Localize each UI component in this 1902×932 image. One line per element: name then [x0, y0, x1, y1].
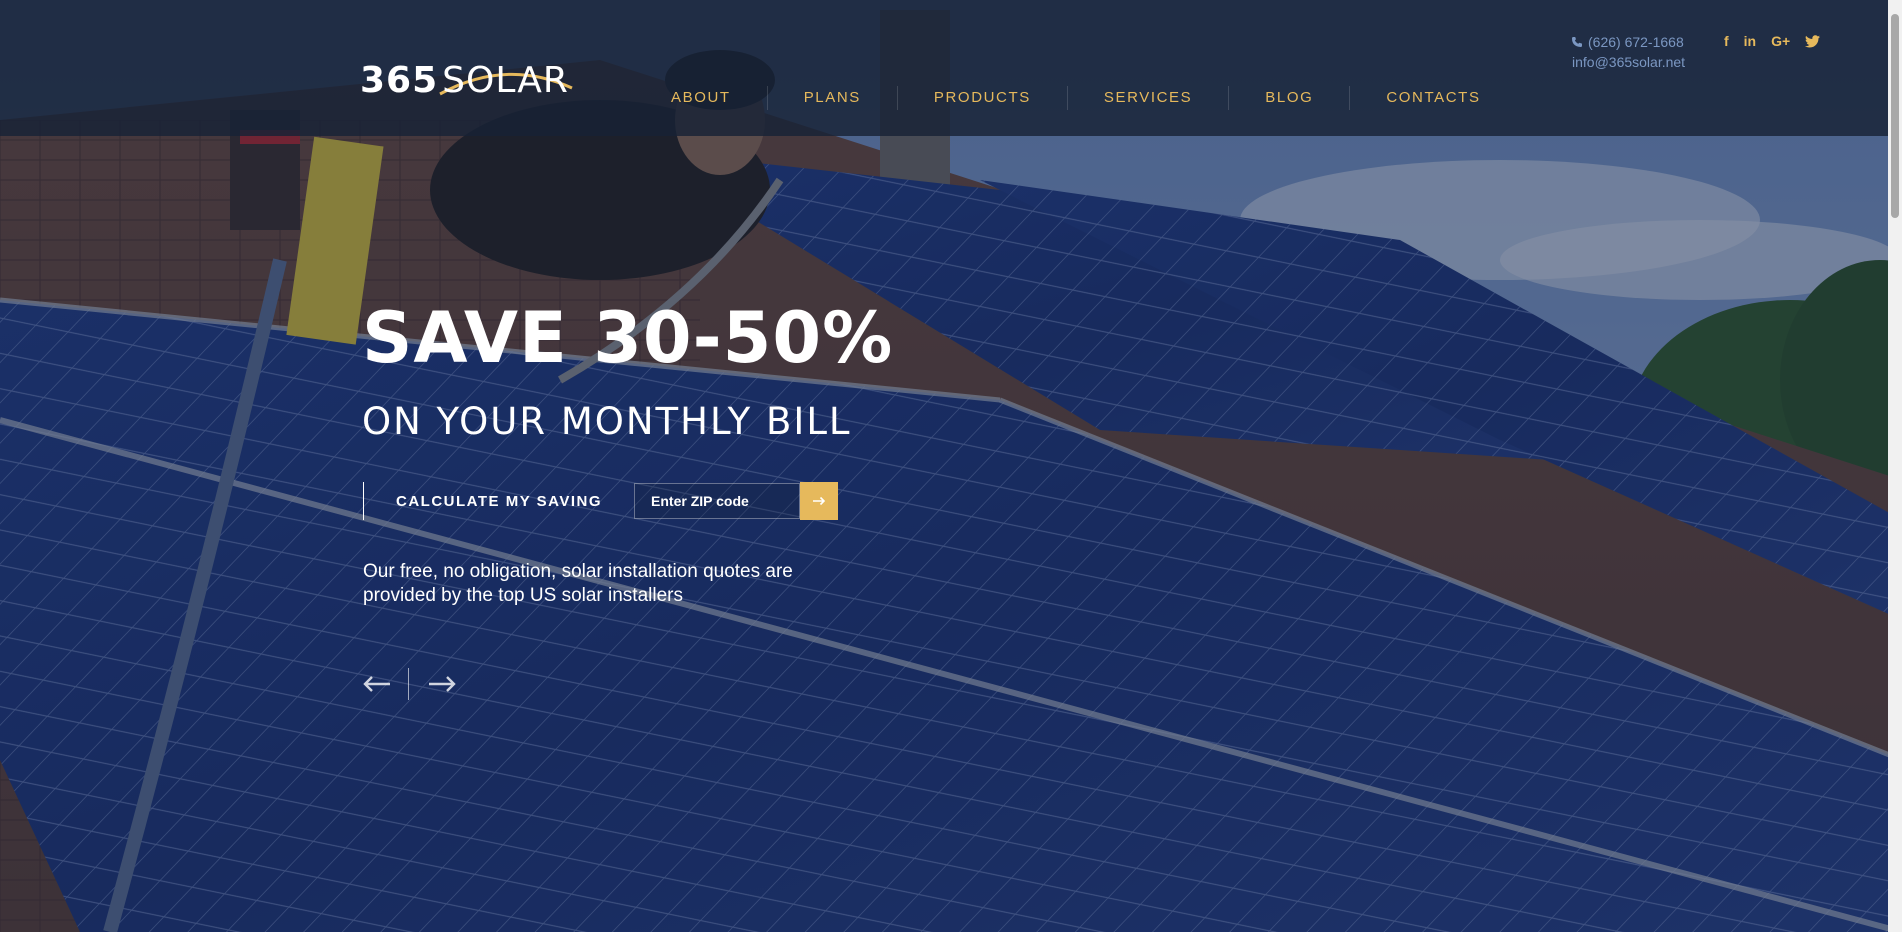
- social-links: f in G+: [1724, 31, 1835, 51]
- slider-prev-button[interactable]: [362, 669, 392, 699]
- hero-description: Our free, no obligation, solar installat…: [363, 561, 793, 606]
- site-header: 365 SOLAR ABOUT PLANS PRODUCTS SERVICES …: [0, 0, 1888, 136]
- facebook-icon[interactable]: f: [1724, 31, 1729, 51]
- zip-code-input[interactable]: [634, 483, 801, 519]
- calc-divider: [363, 482, 364, 520]
- google-plus-icon[interactable]: G+: [1771, 31, 1790, 51]
- linkedin-icon[interactable]: in: [1744, 31, 1756, 51]
- calc-label: CALCULATE MY SAVING: [396, 492, 603, 510]
- hero-dark-overlay: [0, 0, 1902, 932]
- phone-icon: [1572, 37, 1582, 47]
- nav-item-contacts[interactable]: CONTACTS: [1349, 86, 1516, 110]
- slider-navigation: [362, 668, 457, 700]
- zip-submit-button[interactable]: [800, 482, 839, 520]
- nav-item-about[interactable]: ABOUT: [635, 86, 767, 110]
- header-contact: (626) 672-1668 info@365solar.net: [1571, 32, 1685, 72]
- twitter-icon[interactable]: [1805, 31, 1821, 51]
- slider-next-button[interactable]: [427, 669, 457, 699]
- hero-title: SAVE 30-50%: [362, 297, 894, 379]
- logo-word-text: SOLAR: [442, 59, 569, 101]
- arrow-right-icon: [813, 496, 826, 506]
- arrow-left-icon: [363, 676, 390, 692]
- nav-item-blog[interactable]: BLOG: [1228, 86, 1349, 110]
- main-nav: ABOUT PLANS PRODUCTS SERVICES BLOG CONTA…: [635, 86, 1517, 110]
- nav-item-products[interactable]: PRODUCTS: [896, 86, 1067, 110]
- site-logo[interactable]: 365 SOLAR: [360, 59, 573, 101]
- email-link[interactable]: info@365solar.net: [1572, 52, 1685, 72]
- logo-word: SOLAR: [439, 59, 573, 101]
- hero-subtitle: ON YOUR MONTHLY BILL: [362, 400, 852, 443]
- nav-item-plans[interactable]: PLANS: [766, 86, 897, 110]
- scrollbar-thumb[interactable]: [1891, 14, 1899, 218]
- vertical-scrollbar[interactable]: [1888, 0, 1902, 932]
- phone-row[interactable]: (626) 672-1668: [1571, 32, 1685, 52]
- logo-number: 365: [360, 59, 439, 101]
- slider-divider: [408, 668, 409, 700]
- savings-calculator: CALCULATE MY SAVING: [363, 482, 839, 520]
- phone-number: (626) 672-1668: [1588, 34, 1684, 50]
- arrow-right-icon: [429, 676, 456, 692]
- nav-item-services[interactable]: SERVICES: [1066, 86, 1228, 110]
- page: 365 SOLAR ABOUT PLANS PRODUCTS SERVICES …: [0, 0, 1902, 932]
